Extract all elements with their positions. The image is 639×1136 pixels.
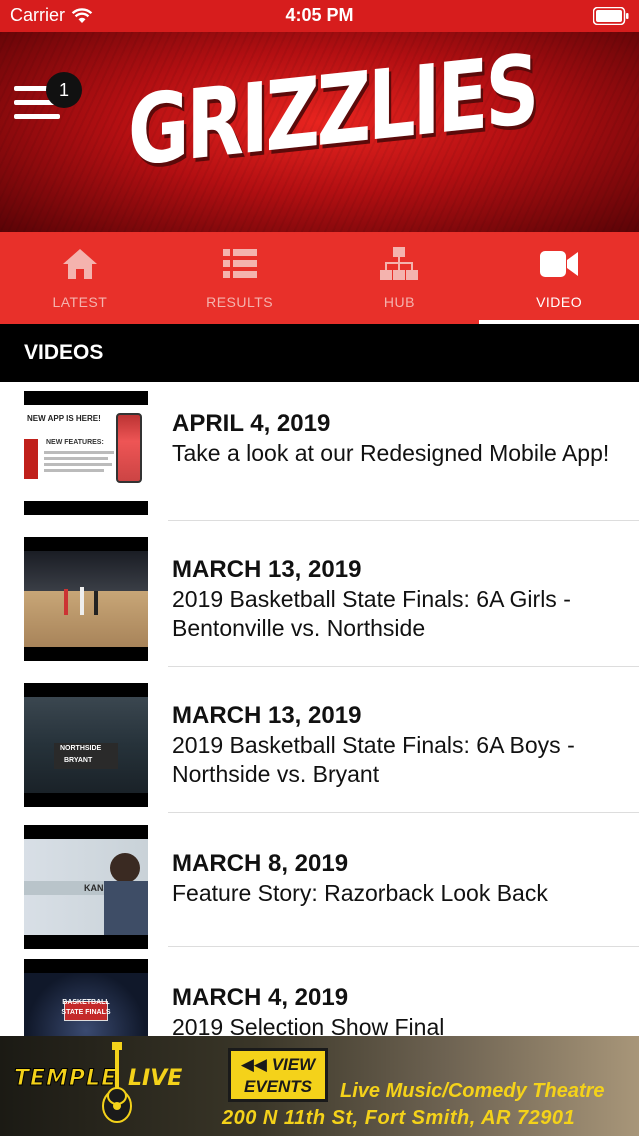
divider (168, 520, 639, 521)
battery-icon (593, 7, 629, 25)
video-thumbnail: NEW APP IS HERE! NEW FEATURES: (24, 391, 148, 515)
video-date: MARCH 13, 2019 (172, 702, 362, 729)
thumbnail-subcaption: STATE FINALS (61, 1009, 111, 1016)
ad-brand-right: LIVE (128, 1066, 183, 1091)
divider (168, 666, 639, 667)
thumbnail-caption: NORTHSIDE (60, 745, 102, 752)
divider (168, 946, 639, 947)
thumbnail-caption: BASKETBALL (62, 999, 110, 1006)
thumbnail-caption: NEW APP IS HERE! (27, 414, 101, 423)
tab-results[interactable]: RESULTS (160, 232, 320, 324)
thumbnail-subcaption: NEW FEATURES: (46, 439, 104, 446)
notification-badge: 1 (46, 72, 82, 108)
status-bar: Carrier 4:05 PM (0, 0, 639, 32)
tab-label: RESULTS (206, 294, 274, 310)
video-date: MARCH 4, 2019 (172, 984, 349, 1011)
video-title: 2019 Selection Show Final (172, 1014, 445, 1036)
list-item[interactable]: BASKETBALL STATE FINALS MARCH 4, 2019 20… (0, 954, 639, 1036)
tab-bar: LATEST RESULTS HUB VIDEO (0, 232, 639, 324)
list-item[interactable]: KANS MARCH 8, 2019 Feature Story: Razorb… (0, 820, 639, 954)
ad-banner[interactable]: TEMPLE LIVE ◀◀ VIEW EVENTS Live Music/Co… (0, 1036, 639, 1136)
video-title: Take a look at our Redesigned Mobile App… (172, 440, 610, 466)
video-title: Feature Story: Razorback Look Back (172, 880, 548, 906)
video-thumbnail: BASKETBALL STATE FINALS (24, 959, 148, 1036)
header-banner: 1 GRIZZLIES (0, 32, 639, 232)
video-thumbnail: NORTHSIDE BRYANT (24, 683, 148, 807)
video-thumbnail: KANS (24, 825, 148, 949)
list-item[interactable]: NORTHSIDE BRYANT MARCH 13, 2019 2019 Bas… (0, 674, 639, 820)
clock: 4:05 PM (285, 5, 354, 25)
sitemap-icon (380, 247, 419, 280)
list-item[interactable]: MARCH 13, 2019 2019 Basketball State Fin… (0, 528, 639, 674)
tab-label: VIDEO (536, 294, 583, 310)
tab-latest[interactable]: LATEST (0, 232, 160, 324)
tab-label: LATEST (52, 294, 108, 310)
home-icon (62, 249, 97, 279)
thumbnail-subcaption: BRYANT (64, 757, 93, 764)
video-title: 2019 Basketball State Finals: 6A Girls -… (172, 586, 571, 641)
video-camera-icon (540, 251, 579, 277)
tab-video[interactable]: VIDEO (479, 232, 639, 324)
rewind-icon: ◀◀ (240, 1055, 267, 1074)
divider (168, 812, 639, 813)
ad-tagline: Live Music/Comedy Theatre (340, 1080, 605, 1102)
video-thumbnail (24, 537, 148, 661)
app-title: GRIZZLIES (128, 33, 537, 188)
video-date: APRIL 4, 2019 (172, 410, 331, 437)
tab-label: HUB (383, 294, 415, 310)
list-icon (222, 249, 257, 278)
video-date: MARCH 13, 2019 (172, 556, 362, 583)
video-title: 2019 Basketball State Finals: 6A Boys - … (172, 732, 575, 787)
video-date: MARCH 8, 2019 (172, 850, 349, 877)
view-events-button[interactable]: ◀◀ VIEW EVENTS (228, 1048, 328, 1102)
video-list[interactable]: NEW APP IS HERE! NEW FEATURES: APRIL 4, … (0, 382, 639, 1036)
section-title: VIDEOS (0, 324, 639, 382)
ad-address: 200 N 11th St, Fort Smith, AR 72901 (222, 1107, 576, 1129)
list-item[interactable]: NEW APP IS HERE! NEW FEATURES: APRIL 4, … (0, 382, 639, 528)
tab-hub[interactable]: HUB (320, 232, 480, 324)
